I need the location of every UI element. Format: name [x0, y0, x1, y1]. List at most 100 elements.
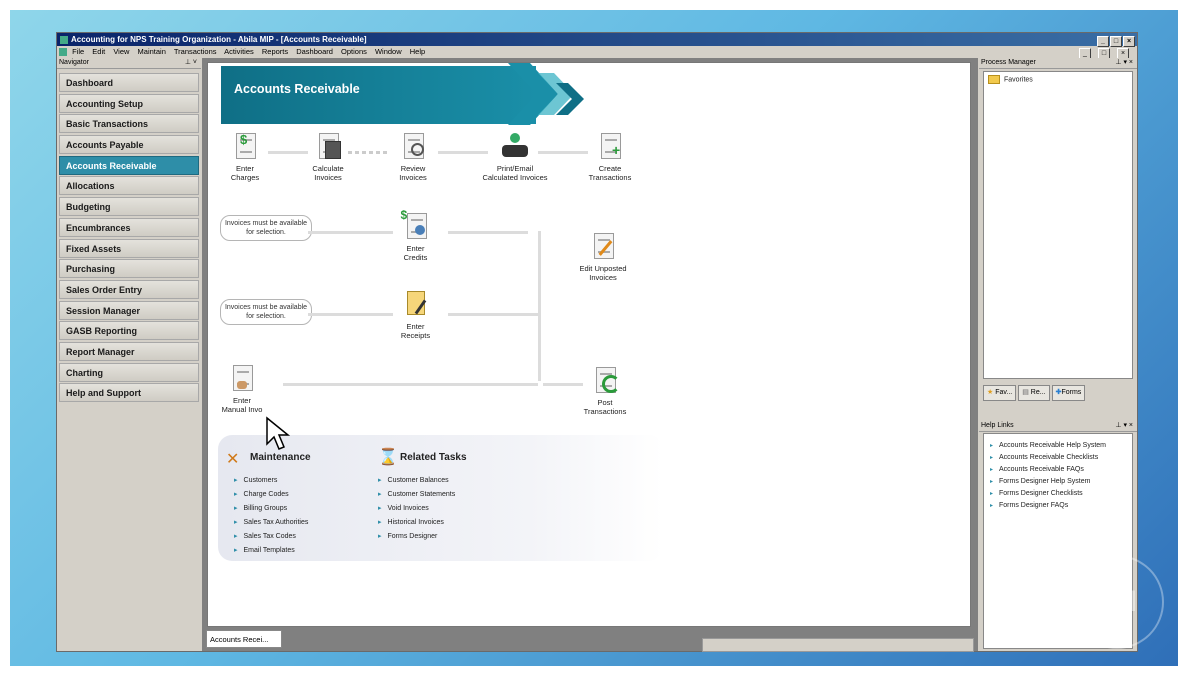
- maintenance-heading: Maintenance: [250, 452, 311, 463]
- recycle-post-icon: [592, 365, 620, 395]
- maintenance-list: Customers Charge Codes Billing Groups Sa…: [234, 474, 309, 558]
- nav-item-session-manager[interactable]: Session Manager: [59, 300, 199, 320]
- nav-item-accounting-setup[interactable]: Accounting Setup: [59, 93, 199, 113]
- help-link[interactable]: Accounts Receivable Help System: [990, 440, 1132, 452]
- nav-item-budgeting[interactable]: Budgeting: [59, 197, 199, 217]
- invoice-dollar-icon: $: [232, 131, 258, 161]
- menu-view[interactable]: View: [113, 47, 129, 56]
- navigator-list: Dashboard Accounting Setup Basic Transac…: [59, 73, 199, 403]
- document-pencil-icon: [590, 231, 616, 261]
- favorites-node[interactable]: Favorites: [984, 72, 1132, 88]
- connector: [538, 231, 541, 381]
- maintenance-link[interactable]: Sales Tax Codes: [234, 530, 308, 544]
- pin-close-icon[interactable]: ⊥ ▾ ×: [1115, 421, 1133, 431]
- menu-options[interactable]: Options: [341, 47, 367, 56]
- step-review-invoices[interactable]: Review Invoices: [388, 131, 438, 182]
- nav-item-fixed-assets[interactable]: Fixed Assets: [59, 238, 199, 258]
- nav-item-basic-transactions[interactable]: Basic Transactions: [59, 114, 199, 134]
- connector: [268, 151, 308, 154]
- step-label: Calculate: [312, 164, 344, 173]
- navigator-pane: Navigator ⊥ ˅ Dashboard Accounting Setup …: [57, 58, 201, 651]
- step-label: Transactions: [583, 407, 627, 416]
- hourglass-icon: ⌛: [378, 449, 398, 466]
- pin-icon[interactable]: ⊥ ˅: [185, 58, 197, 68]
- nav-item-allocations[interactable]: Allocations: [59, 176, 199, 196]
- step-label: Receipts: [400, 331, 431, 340]
- connector: [283, 383, 538, 386]
- related-task-link[interactable]: Historical Invoices: [378, 516, 455, 530]
- connector: [308, 231, 393, 234]
- menu-help[interactable]: Help: [410, 47, 425, 56]
- help-link[interactable]: Forms Designer Checklists: [990, 488, 1132, 500]
- pin-close-icon[interactable]: ⊥ ▾ ×: [1115, 58, 1133, 68]
- step-label: Invoices: [399, 173, 427, 182]
- help-link[interactable]: Accounts Receivable FAQs: [990, 464, 1132, 476]
- help-link[interactable]: Accounts Receivable Checklists: [990, 452, 1132, 464]
- related-task-link[interactable]: Forms Designer: [378, 530, 455, 544]
- step-print-email-invoices[interactable]: Print/Email Calculated Invoices: [470, 131, 560, 182]
- step-label: Transactions: [588, 173, 632, 182]
- step-enter-receipts[interactable]: Enter Receipts: [388, 289, 443, 340]
- step-enter-charges[interactable]: $ Enter Charges: [220, 131, 270, 182]
- maintenance-link[interactable]: Billing Groups: [234, 502, 308, 516]
- process-manager-header: Process Manager ⊥ ▾ ×: [979, 58, 1137, 69]
- help-link[interactable]: Forms Designer Help System: [990, 476, 1132, 488]
- maintenance-link[interactable]: Sales Tax Authorities: [234, 516, 309, 530]
- tab-label: Fav...: [995, 389, 1013, 396]
- step-post-transactions[interactable]: Post Transactions: [570, 365, 640, 416]
- step-calculate-invoices[interactable]: Calculate Invoices: [303, 131, 353, 182]
- document-icon[interactable]: [59, 48, 67, 57]
- step-enter-manual-invoices[interactable]: Enter Manual Invo: [212, 363, 272, 414]
- tab-recent[interactable]: ▤ Re...: [1018, 385, 1050, 401]
- tab-label: Re...: [1030, 389, 1046, 396]
- nav-item-encumbrances[interactable]: Encumbrances: [59, 217, 199, 237]
- nav-item-dashboard[interactable]: Dashboard: [59, 73, 199, 92]
- menu-file[interactable]: File: [72, 47, 84, 56]
- menu-dashboard[interactable]: Dashboard: [296, 47, 333, 56]
- favorites-label: Favorites: [1004, 76, 1033, 84]
- menu-reports[interactable]: Reports: [262, 47, 288, 56]
- step-edit-unposted-invoices[interactable]: Edit Unposted Invoices: [568, 231, 638, 282]
- window-tab[interactable]: Accounts Recei...: [206, 630, 282, 648]
- nav-item-accounts-receivable[interactable]: Accounts Receivable: [59, 155, 199, 175]
- step-label: Enter: [406, 322, 425, 331]
- nav-item-help-and-support[interactable]: Help and Support: [59, 383, 199, 403]
- step-enter-credits[interactable]: $ Enter Credits: [388, 209, 443, 262]
- nav-item-charting[interactable]: Charting: [59, 362, 199, 382]
- connector: [348, 151, 388, 154]
- help-link[interactable]: Forms Designer FAQs: [990, 500, 1132, 512]
- nav-item-purchasing[interactable]: Purchasing: [59, 259, 199, 279]
- step-label: Print/Email: [496, 164, 534, 173]
- menu-bar: File Edit View Maintain Transactions Act…: [57, 46, 1137, 59]
- menu-activities[interactable]: Activities: [224, 47, 254, 56]
- step-label: Calculated Invoices: [482, 173, 548, 182]
- step-label: Charges: [230, 173, 260, 182]
- nav-item-report-manager[interactable]: Report Manager: [59, 341, 199, 361]
- maintenance-link[interactable]: Email Templates: [234, 544, 308, 558]
- tab-favorites[interactable]: ★ Fav...: [983, 385, 1017, 401]
- menu-edit[interactable]: Edit: [92, 47, 105, 56]
- app-window: Accounting for NPS Training Organization…: [56, 32, 1138, 652]
- nav-item-accounts-payable[interactable]: Accounts Payable: [59, 135, 199, 155]
- printer-email-icon: [502, 131, 528, 161]
- step-label: Review: [400, 164, 426, 173]
- menu-transactions[interactable]: Transactions: [174, 47, 217, 56]
- receipt-pencil-icon: [403, 289, 429, 319]
- maintenance-link[interactable]: Customers: [234, 474, 308, 488]
- folder-icon: [988, 75, 1000, 84]
- related-task-link[interactable]: Void Invoices: [378, 502, 455, 516]
- tab-forms[interactable]: ✚Forms: [1051, 385, 1086, 401]
- step-create-transactions[interactable]: + Create Transactions: [580, 131, 640, 182]
- nav-item-sales-order-entry[interactable]: Sales Order Entry: [59, 279, 199, 299]
- help-links-header: Help Links ⊥ ▾ ×: [979, 421, 1137, 432]
- maintenance-link[interactable]: Charge Codes: [234, 488, 308, 502]
- related-task-link[interactable]: Customer Balances: [378, 474, 455, 488]
- help-links-title: Help Links: [981, 422, 1014, 429]
- nav-item-gasb-reporting[interactable]: GASB Reporting: [59, 321, 199, 341]
- page-title: Accounts Receivable: [234, 82, 360, 96]
- menu-maintain[interactable]: Maintain: [138, 47, 166, 56]
- step-label: Edit Unposted: [579, 264, 627, 273]
- title-bar: Accounting for NPS Training Organization…: [57, 33, 1137, 47]
- menu-window[interactable]: Window: [375, 47, 402, 56]
- related-task-link[interactable]: Customer Statements: [378, 488, 456, 502]
